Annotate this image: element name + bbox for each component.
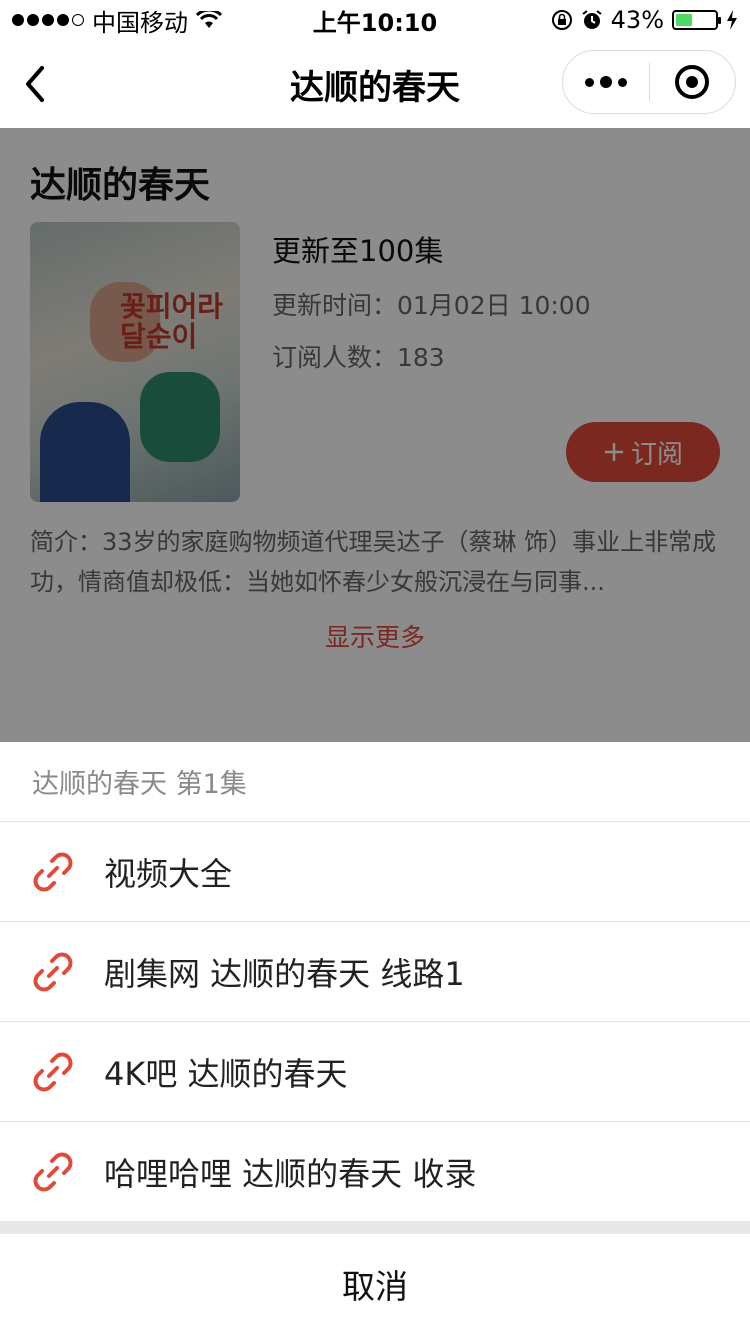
battery-percent: 43% [610,6,664,34]
sheet-item-label: 视频大全 [104,854,233,893]
link-icon [33,952,73,991]
carrier-label: 中国移动 [92,8,188,37]
alarm-icon [582,10,602,29]
sheet-item-label: 哈哩哈哩 达顺的春天 收录 [104,1154,477,1193]
battery-icon [672,10,721,30]
action-sheet: 达顺的春天 第1集 视频大全 剧集网 达顺的春天 线路1 4K吧 达顺的春天 哈… [0,742,750,1334]
sheet-item-label: 剧集网 达顺的春天 线路1 [104,954,465,993]
status-left: 中国移动 [12,3,222,38]
nav-bar: 达顺的春天 [0,40,750,128]
link-icon [33,1052,73,1091]
status-bar: 中国移动 上午10:10 43% [0,0,750,40]
overlay-mask[interactable] [0,128,750,742]
page-title: 达顺的春天 [290,67,460,108]
close-mini-program-button[interactable] [650,51,736,113]
sheet-item-juji-line1[interactable]: 剧集网 达顺的春天 线路1 [0,922,750,1022]
rotation-lock-icon [551,10,572,30]
mini-program-capsule [562,50,736,114]
sheet-item-label: 4K吧 达顺的春天 [104,1054,348,1093]
status-right: 43% [551,6,738,34]
more-button[interactable] [563,51,649,113]
sheet-item-4kba[interactable]: 4K吧 达顺的春天 [0,1022,750,1122]
link-icon [33,1152,73,1191]
sheet-title: 达顺的春天 第1集 [0,742,750,822]
sheet-divider [0,1222,750,1234]
charging-icon [727,10,737,30]
cancel-button[interactable]: 取消 [0,1234,750,1334]
target-icon [675,65,710,99]
battery-level [676,14,693,26]
sheet-item-halihali[interactable]: 哈哩哈哩 达顺的春天 收录 [0,1122,750,1222]
sheet-item-video-directory[interactable]: 视频大全 [0,822,750,922]
wifi-icon [196,11,222,28]
link-icon [33,852,73,891]
back-icon[interactable] [18,62,58,106]
signal-icon [12,14,84,26]
